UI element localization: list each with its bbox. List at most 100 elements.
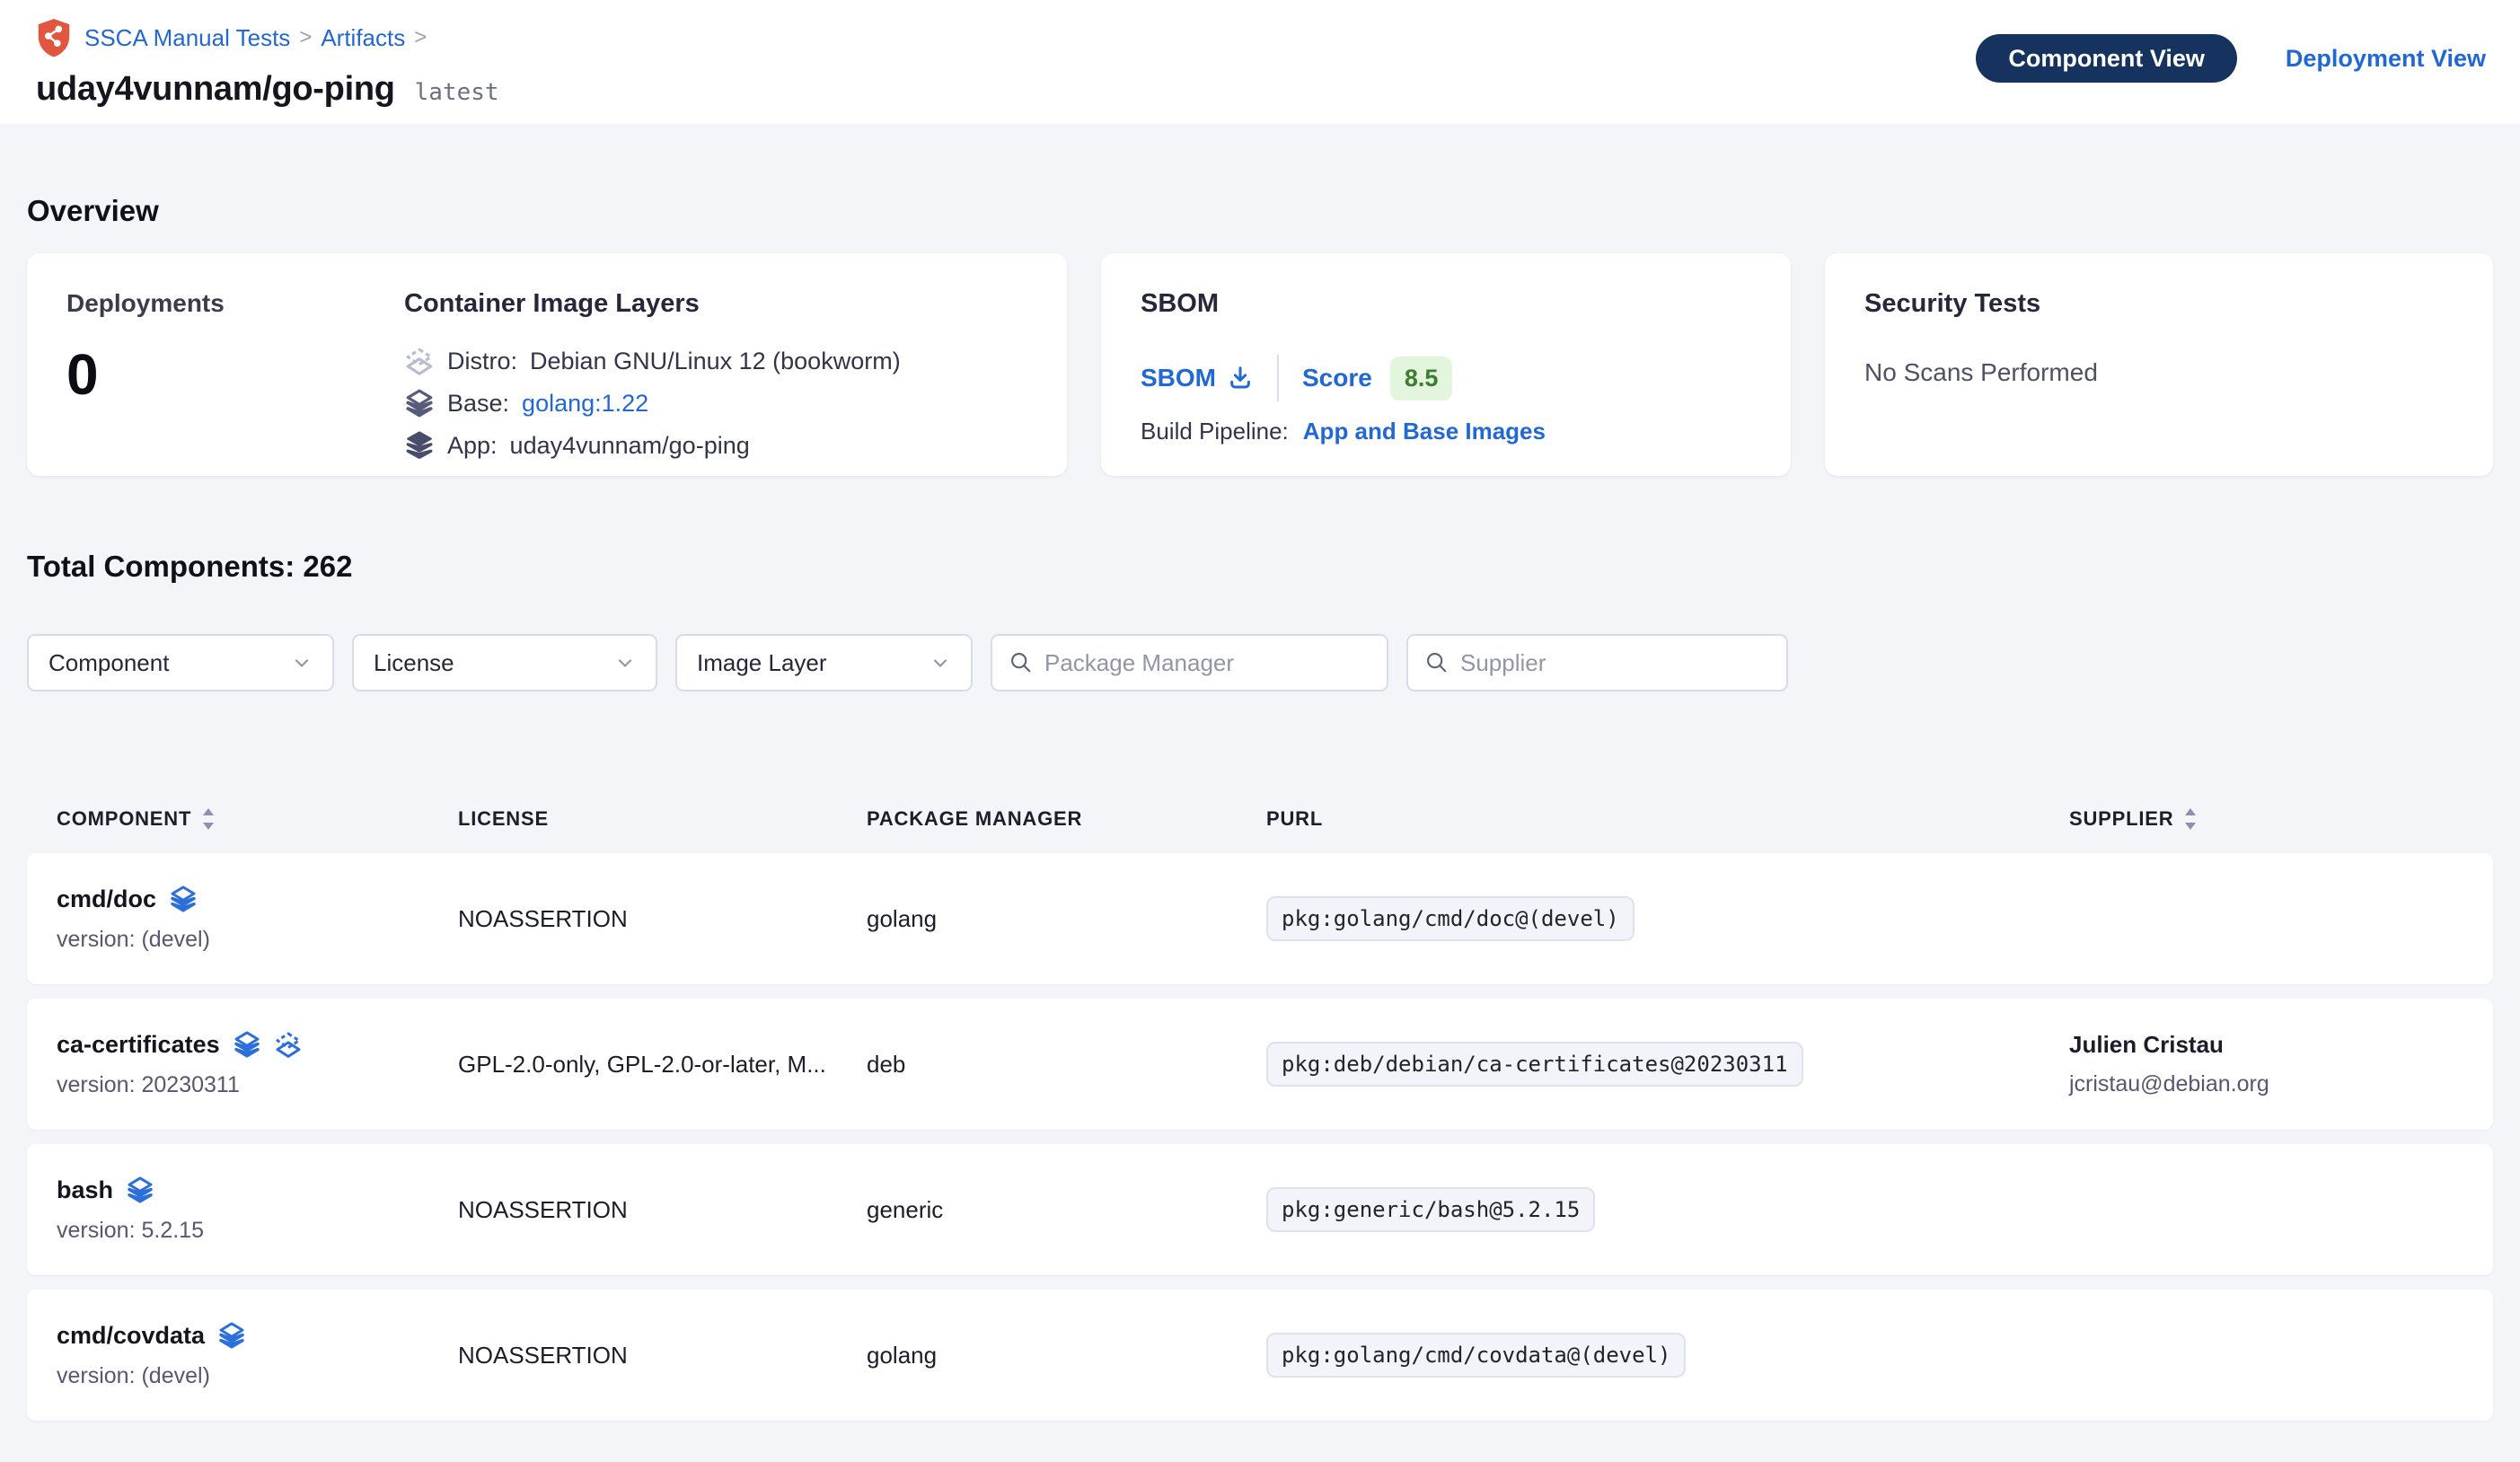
column-header-purl-label: PURL <box>1266 807 1323 831</box>
app-layer-icon <box>126 1176 154 1204</box>
layers-app-icon <box>404 430 435 461</box>
breadcrumb-separator: > <box>299 25 312 50</box>
breadcrumb-artifacts-link[interactable]: Artifacts <box>321 24 405 52</box>
purl-badge: pkg:golang/cmd/covdata@(devel) <box>1266 1333 1686 1378</box>
image-layer-filter-dropdown[interactable]: Image Layer <box>675 634 973 691</box>
sort-icon <box>2182 807 2198 831</box>
build-pipeline-link[interactable]: App and Base Images <box>1303 418 1546 445</box>
distro-layer-row: Distro: Debian GNU/Linux 12 (bookworm) <box>404 346 1027 376</box>
component-filter-label: Component <box>48 649 169 677</box>
column-header-supplier[interactable]: SUPPLIER <box>2057 807 2463 831</box>
total-components-heading: Total Components: 262 <box>27 550 2493 584</box>
container-image-layers-title: Container Image Layers <box>404 289 1027 319</box>
build-pipeline-label: Build Pipeline: <box>1141 418 1289 445</box>
base-layer-row: Base: golang:1.22 <box>404 388 1027 418</box>
supplier-email: jcristau@debian.org <box>2069 1071 2463 1097</box>
sbom-card-title: SBOM <box>1141 289 1751 319</box>
overview-heading: Overview <box>27 194 2493 228</box>
sort-icon <box>200 807 216 831</box>
image-layer-filter-label: Image Layer <box>697 649 827 677</box>
column-header-component[interactable]: COMPONENT <box>57 807 458 831</box>
component-name: cmd/covdata <box>57 1322 205 1350</box>
license-filter-label: License <box>374 649 454 677</box>
page-title: uday4vunnam/go-ping <box>36 70 395 109</box>
license-cell: NOASSERTION <box>458 905 867 933</box>
table-row[interactable]: cmd/covdata version: (devel) NOASSERTION… <box>27 1290 2493 1421</box>
package-manager-cell: golang <box>867 905 1266 933</box>
deployments-label: Deployments <box>66 289 404 318</box>
search-icon <box>1009 650 1034 675</box>
component-filter-dropdown[interactable]: Component <box>27 634 334 691</box>
license-filter-dropdown[interactable]: License <box>352 634 657 691</box>
package-manager-search <box>991 634 1388 691</box>
component-version: version: 5.2.15 <box>57 1218 458 1244</box>
app-layer-icon <box>233 1030 261 1059</box>
supplier-search-input[interactable] <box>1460 649 1770 677</box>
sbom-card: SBOM SBOM Score 8.5 Build Pipeline: App … <box>1101 253 1791 476</box>
sbom-score-badge: 8.5 <box>1390 357 1453 401</box>
table-row[interactable]: bash version: 5.2.15 NOASSERTION generic… <box>27 1144 2493 1275</box>
app-layer-icon <box>217 1321 246 1350</box>
column-header-purl: PURL <box>1266 807 2057 831</box>
table-row[interactable]: ca-certificates version: 20230311 GPL-2.… <box>27 999 2493 1130</box>
distro-label: Distro: <box>447 348 517 375</box>
table-row[interactable]: cmd/doc version: (devel) NOASSERTION gol… <box>27 853 2493 984</box>
column-header-component-label: COMPONENT <box>57 807 191 831</box>
filter-bar: Component License Image Layer <box>27 634 2493 691</box>
sbom-download-label: SBOM <box>1141 364 1216 392</box>
purl-badge: pkg:deb/debian/ca-certificates@20230311 <box>1266 1042 1803 1087</box>
component-version: version: 20230311 <box>57 1072 458 1098</box>
layers-distro-icon <box>404 346 435 376</box>
breadcrumb-project-link[interactable]: SSCA Manual Tests <box>84 24 290 52</box>
license-cell: NOASSERTION <box>458 1342 867 1370</box>
supplier-search <box>1406 634 1788 691</box>
component-name: cmd/doc <box>57 885 156 913</box>
supplier-name: Julien Cristau <box>2069 1031 2463 1059</box>
column-header-supplier-label: SUPPLIER <box>2069 807 2173 831</box>
breadcrumb-separator: > <box>414 25 427 50</box>
deployments-count: 0 <box>66 341 404 408</box>
sbom-download-button[interactable]: SBOM <box>1141 364 1254 392</box>
download-icon <box>1227 365 1254 392</box>
license-cell: NOASSERTION <box>458 1196 867 1224</box>
deployment-view-button[interactable]: Deployment View <box>2286 45 2486 73</box>
license-cell: GPL-2.0-only, GPL-2.0-or-later, M... <box>458 1051 867 1079</box>
component-view-button[interactable]: Component View <box>1976 34 2237 83</box>
divider <box>1277 355 1279 401</box>
security-tests-status: No Scans Performed <box>1864 358 2454 387</box>
component-version: version: (devel) <box>57 927 458 953</box>
chevron-down-icon <box>614 652 636 674</box>
components-table-header: COMPONENT LICENSE PACKAGE MANAGER PURL S… <box>27 785 2493 853</box>
column-header-license: LICENSE <box>458 807 867 831</box>
security-tests-title: Security Tests <box>1864 289 2454 319</box>
chevron-down-icon <box>930 652 951 674</box>
sbom-score-label: Score <box>1302 364 1372 392</box>
base-label: Base: <box>447 390 509 418</box>
component-name: bash <box>57 1176 113 1204</box>
column-header-package-manager-label: PACKAGE MANAGER <box>867 807 1082 831</box>
package-manager-cell: golang <box>867 1342 1266 1370</box>
layers-base-icon <box>404 388 435 418</box>
distro-value: Debian GNU/Linux 12 (bookworm) <box>530 348 901 375</box>
component-version: version: (devel) <box>57 1363 458 1389</box>
package-manager-search-input[interactable] <box>1044 649 1370 677</box>
view-toggle: Component View Deployment View <box>1976 34 2486 83</box>
search-icon <box>1424 650 1449 675</box>
component-name: ca-certificates <box>57 1031 220 1059</box>
package-manager-cell: generic <box>867 1196 1266 1224</box>
base-layer-icon <box>274 1030 303 1059</box>
package-manager-cell: deb <box>867 1051 1266 1079</box>
purl-badge: pkg:golang/cmd/doc@(devel) <box>1266 896 1634 941</box>
ssca-module-icon <box>36 18 72 57</box>
app-layer-row: App: uday4vunnam/go-ping <box>404 430 1027 461</box>
security-tests-card: Security Tests No Scans Performed <box>1825 253 2493 476</box>
chevron-down-icon <box>291 652 313 674</box>
column-header-package-manager: PACKAGE MANAGER <box>867 807 1266 831</box>
base-image-link[interactable]: golang:1.22 <box>522 390 648 418</box>
overview-cards: Deployments 0 Container Image Layers Dis… <box>27 253 2493 476</box>
artifact-tag-label: latest <box>415 79 499 106</box>
app-layer-icon <box>169 885 198 913</box>
page-header: SSCA Manual Tests > Artifacts > uday4vun… <box>0 0 2520 124</box>
app-value: uday4vunnam/go-ping <box>510 432 750 460</box>
deployments-layers-card: Deployments 0 Container Image Layers Dis… <box>27 253 1067 476</box>
